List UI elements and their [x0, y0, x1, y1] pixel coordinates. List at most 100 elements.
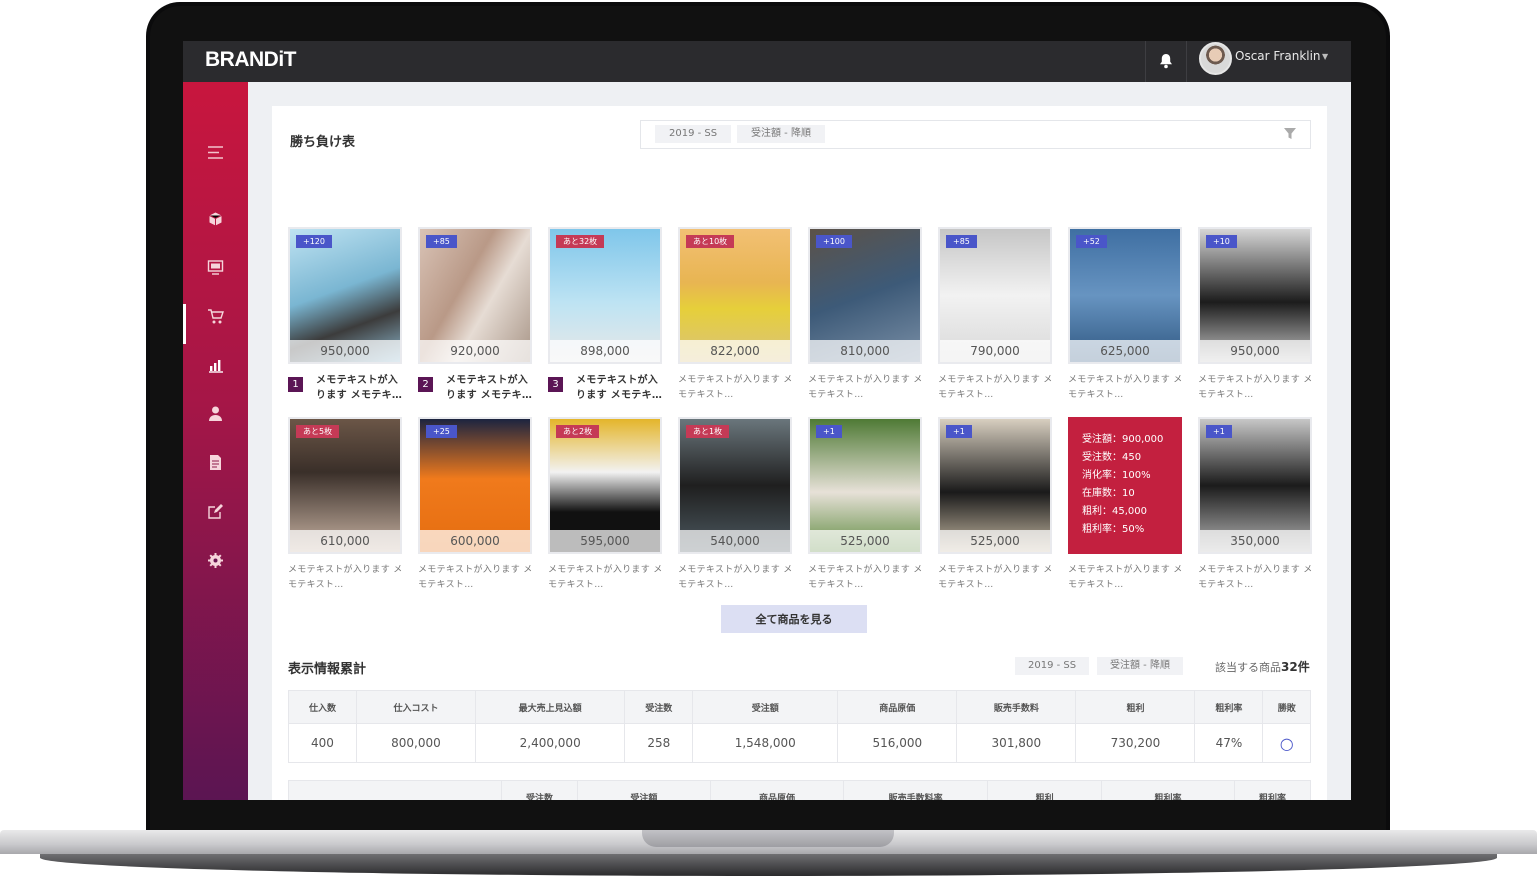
stock-badge: +85: [426, 235, 457, 248]
summary-header-cell: 商品原価: [837, 690, 958, 724]
edit-icon[interactable]: [207, 503, 224, 520]
product-price: 898,000: [550, 340, 660, 362]
product-image[interactable]: +100 810,000: [808, 227, 922, 364]
product-stats-panel: 受注額：900,000 受注数：450 消化率：100% 在庫数：10 粗利：45,00…: [1068, 417, 1182, 554]
sort-filter-chip[interactable]: 受注額 - 降順: [737, 125, 825, 143]
stock-badge: +1: [816, 425, 842, 438]
product-count: 該当する商品32件: [1215, 660, 1310, 674]
app-screen: BRANDiT Oscar Franklin ▼ 勝ち負け表 2019 - SS…: [183, 41, 1351, 800]
product-memo: メモテキストが入ります メモテキスト…: [938, 375, 1053, 400]
product-price: 610,000: [290, 530, 400, 552]
notification-button[interactable]: [1145, 41, 1187, 82]
product-price: 525,000: [810, 530, 920, 552]
product-image[interactable]: +85 920,000: [418, 227, 532, 364]
stock-badge: +10: [1206, 235, 1237, 248]
product-image[interactable]: +1 350,000: [1198, 417, 1312, 554]
stock-badge: あと10枚: [686, 235, 735, 248]
product-memo: メモテキストが入ります メモテキスト…: [548, 565, 663, 590]
cart-icon[interactable]: [207, 308, 224, 325]
product-image[interactable]: +10 950,000: [1198, 227, 1312, 364]
season-filter-chip[interactable]: 2019 - SS: [655, 125, 732, 143]
summary-value-cell: 400: [288, 723, 357, 763]
cube-icon[interactable]: [207, 211, 224, 228]
product-image[interactable]: あと1枚 540,000: [678, 417, 792, 554]
product-image[interactable]: +85 790,000: [938, 227, 1052, 364]
product-image[interactable]: +25 600,000: [418, 417, 532, 554]
summary-header-cell: 最大売上見込額: [474, 690, 626, 724]
win-loss-indicator: ○: [1262, 723, 1311, 763]
product-memo: メモテキストが入ります メモテキスト…: [288, 565, 403, 590]
product-price: 950,000: [290, 340, 400, 362]
laptop-base: [0, 830, 1537, 877]
summary-value-cell: 730,200: [1075, 723, 1196, 763]
product-price: 822,000: [680, 340, 790, 362]
stat-line: 粗利：45,000: [1082, 506, 1147, 517]
product-image[interactable]: +52 625,000: [1068, 227, 1182, 364]
product-memo: メモテキストが入ります メモテキスト…: [1198, 565, 1313, 590]
product-memo: メモテキストが入ります メモテキスト…: [678, 375, 793, 400]
sidebar-active-indicator: [183, 304, 186, 344]
menu-icon[interactable]: [207, 144, 224, 161]
summary-value-cell: 2,400,000: [474, 723, 626, 763]
summary-value-cell: 301,800: [956, 723, 1077, 763]
summary-header-cell: 受注額: [692, 690, 839, 724]
sidebar: [183, 82, 248, 800]
document-icon[interactable]: [207, 454, 224, 471]
rank-badge: 2: [418, 377, 433, 392]
summary-value-cell: 800,000: [355, 723, 476, 763]
user-icon[interactable]: [207, 405, 224, 422]
user-name[interactable]: Oscar Franklin: [1235, 49, 1321, 63]
view-all-products-button[interactable]: 全て商品を見る: [721, 605, 867, 633]
product-price: 595,000: [550, 530, 660, 552]
product-price: 540,000: [680, 530, 790, 552]
summary-value-cell: 47%: [1194, 723, 1264, 763]
product-memo: メモテキストが入ります メモテキスト…: [1198, 375, 1313, 400]
chart-icon[interactable]: [207, 357, 224, 374]
summary-sort-chip[interactable]: 受注額 - 降順: [1097, 657, 1183, 675]
brand-logo[interactable]: BRANDiT: [205, 48, 297, 72]
product-price: 600,000: [420, 530, 530, 552]
stat-line: 受注数：450: [1082, 452, 1142, 463]
product-image[interactable]: あと32枚 898,000: [548, 227, 662, 364]
product-image[interactable]: あと2枚 595,000: [548, 417, 662, 554]
channel-header-cell: 粗利率: [1100, 780, 1236, 800]
product-price: 810,000: [810, 340, 920, 362]
summary-value-cell: 516,000: [837, 723, 958, 763]
product-image[interactable]: あと10枚 822,000: [678, 227, 792, 364]
ranking-filter-bar[interactable]: 2019 - SS 受注額 - 降順: [640, 120, 1311, 149]
summary-table: 仕入数 仕入コスト 最大売上見込額 受注数 受注額 商品原価 販売手数料 粗利 粗利率 勝敗 40…: [288, 690, 1311, 763]
chevron-down-icon[interactable]: ▼: [1322, 52, 1328, 61]
avatar[interactable]: [1199, 42, 1232, 75]
product-image[interactable]: +120 950,000: [288, 227, 402, 364]
summary-value-cell: 258: [624, 723, 694, 763]
summary-header-cell: 受注数: [624, 690, 694, 724]
summary-header-cell: 仕入コスト: [355, 690, 476, 724]
main-content: 勝ち負け表 2019 - SS 受注額 - 降順 +120 950,000 1 メモテ…: [272, 106, 1327, 800]
product-memo: メモテキストが入ります メモテキスト…: [1068, 565, 1183, 590]
stock-badge: +25: [426, 425, 457, 438]
ranking-title: 勝ち負け表: [290, 135, 356, 150]
channel-header-cell: 粗利: [987, 780, 1102, 800]
product-price: 525,000: [940, 530, 1050, 552]
channel-header-cell: 受注額: [576, 780, 711, 800]
summary-season-chip[interactable]: 2019 - SS: [1015, 657, 1090, 675]
channel-table: 受注数受注額商品原価販売手数料率粗利粗利率粗利率 チャネルA120720,000…: [288, 780, 1311, 800]
product-memo: メモテキストが入ります メモテキスト…: [938, 565, 1053, 590]
stat-line: 消化率：100%: [1082, 470, 1151, 481]
channel-header-cell: [288, 780, 502, 800]
filter-icon[interactable]: [1284, 128, 1296, 140]
product-image[interactable]: あと5枚 610,000: [288, 417, 402, 554]
product-image[interactable]: +1 525,000: [808, 417, 922, 554]
product-memo: メモテキストが入ります メモテキ…: [316, 375, 403, 401]
gear-icon[interactable]: [207, 552, 224, 569]
product-image[interactable]: +1 525,000: [938, 417, 1052, 554]
product-price: 625,000: [1070, 340, 1180, 362]
monitor-icon[interactable]: [207, 259, 224, 276]
channel-header-cell: 受注数: [501, 780, 578, 800]
channel-header-cell: 販売手数料率: [843, 780, 989, 800]
stock-badge: +120: [296, 235, 332, 248]
product-memo: メモテキストが入ります メモテキスト…: [808, 375, 923, 400]
product-memo: メモテキストが入ります メモテキスト…: [808, 565, 923, 590]
product-memo: メモテキストが入ります メモテキ…: [446, 375, 533, 401]
channel-header-cell: 粗利率: [1234, 780, 1311, 800]
